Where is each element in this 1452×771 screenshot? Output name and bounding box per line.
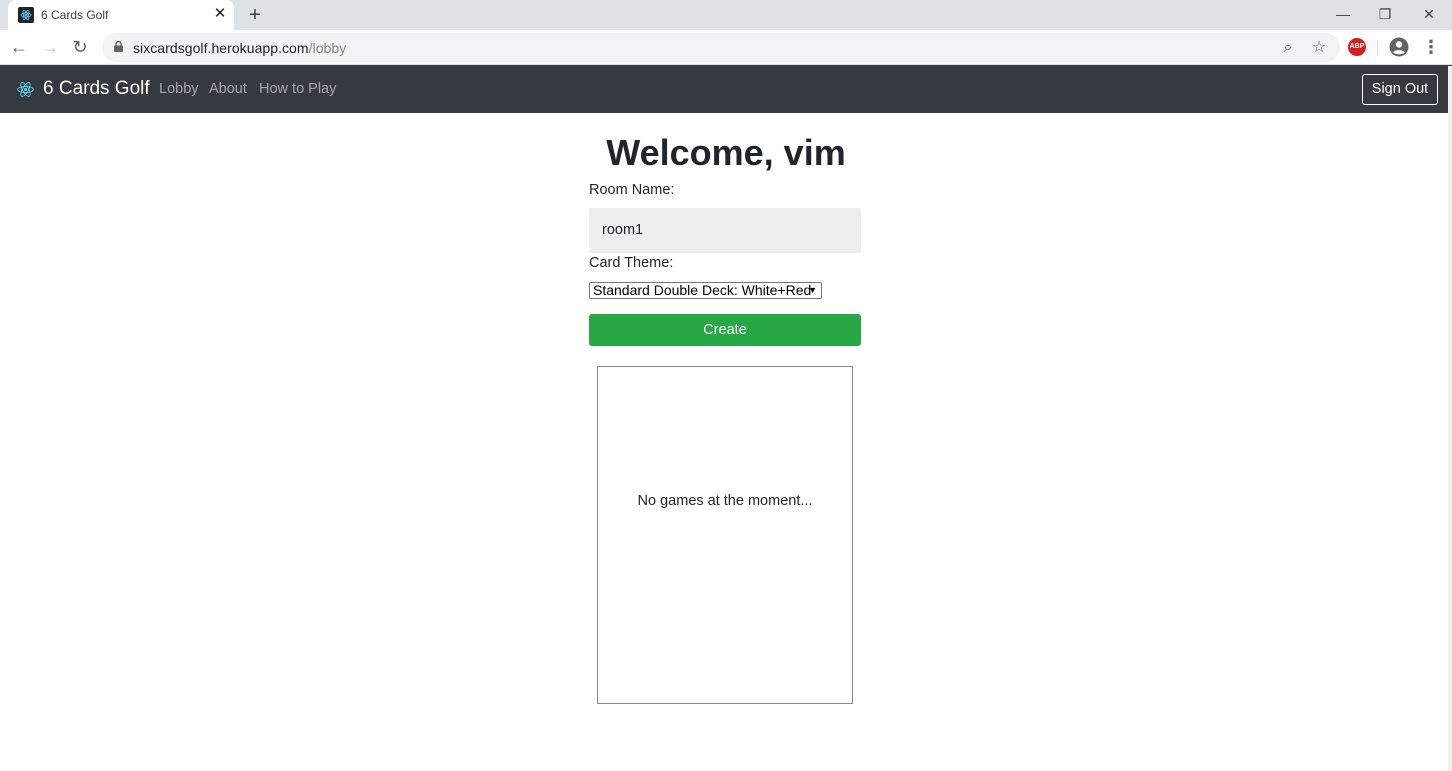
card-theme-label: Card Theme: [589, 255, 674, 271]
sign-out-button[interactable]: Sign Out [1362, 74, 1438, 105]
forward-button[interactable]: → [37, 34, 63, 60]
empty-games-message: No games at the moment... [637, 493, 813, 509]
adblock-extension-icon[interactable]: ABP [1348, 38, 1366, 56]
games-list: No games at the moment... [597, 366, 853, 704]
reload-button[interactable]: ↻ [67, 34, 93, 60]
page-scrollbar[interactable] [1448, 66, 1452, 771]
minimize-button[interactable]: — [1323, 2, 1363, 26]
window-close-button[interactable]: ✕ [1409, 2, 1449, 26]
browser-tabstrip: 6 Cards Golf ✕ + — ❐ ✕ [0, 0, 1452, 30]
browser-toolbar: ← → ↻ sixcardsgolf.herokuapp.com/lobby ⌕… [0, 30, 1452, 65]
welcome-heading: Welcome, vim [606, 132, 846, 173]
room-name-input[interactable]: room1 [589, 208, 861, 253]
site-navbar: 6 Cards Golf Lobby About How to Play Sig… [0, 65, 1452, 113]
url-text[interactable]: sixcardsgolf.herokuapp.com/lobby [133, 40, 346, 56]
dropdown-arrow-icon: ▼ [808, 285, 817, 295]
profile-icon[interactable] [1389, 37, 1409, 57]
tab-close-icon[interactable]: ✕ [211, 5, 229, 23]
lobby-content: Welcome, vim Room Name: room1 Card Theme… [0, 113, 1452, 771]
browser-tab[interactable]: 6 Cards Golf ✕ [8, 0, 234, 30]
browser-menu-icon[interactable]: ⋮ [1422, 36, 1440, 58]
address-bar[interactable]: sixcardsgolf.herokuapp.com/lobby ⌕ ☆ [102, 33, 1340, 62]
react-favicon-icon [18, 7, 34, 23]
toolbar-separator [1377, 40, 1378, 56]
create-button[interactable]: Create [589, 314, 861, 346]
nav-link-how-to-play[interactable]: How to Play [259, 81, 336, 97]
url-host: sixcardsgolf.herokuapp.com [133, 40, 309, 56]
nav-link-about[interactable]: About [209, 81, 247, 97]
new-tab-button[interactable]: + [244, 4, 266, 26]
zoom-icon[interactable]: ⌕ [1277, 37, 1299, 59]
back-button[interactable]: ← [6, 34, 32, 60]
card-theme-selected: Standard Double Deck: White+Red [593, 282, 812, 298]
card-theme-select[interactable]: Standard Double Deck: White+Red ▼ [589, 282, 822, 299]
bookmark-star-icon[interactable]: ☆ [1308, 37, 1330, 59]
tab-title: 6 Cards Golf [41, 8, 109, 22]
room-name-label: Room Name: [589, 182, 675, 198]
brand-title[interactable]: 6 Cards Golf [43, 78, 150, 100]
nav-link-lobby[interactable]: Lobby [159, 81, 199, 97]
restore-button[interactable]: ❐ [1365, 2, 1405, 26]
url-path: /lobby [308, 40, 347, 56]
lock-icon [114, 41, 123, 52]
react-logo-icon[interactable] [17, 81, 34, 98]
